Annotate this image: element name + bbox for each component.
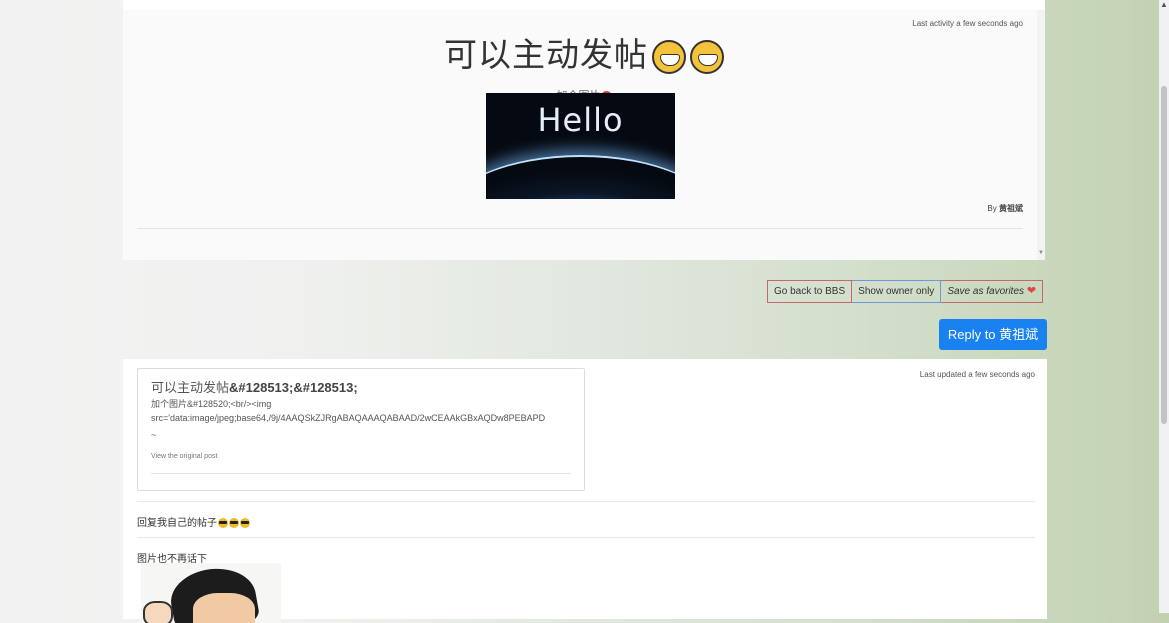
quote-title: 可以主动发帖&#128513;&#128513; — [151, 377, 358, 396]
divider — [137, 501, 1035, 502]
post-title: 可以主动发帖 — [123, 28, 1045, 76]
divider — [137, 537, 1035, 538]
sunglasses-icon — [218, 518, 228, 529]
quote-line: 加个图片&#128520;<br/><img — [151, 399, 272, 409]
quote-title-entities: &#128513;&#128513; — [229, 380, 358, 395]
post-author: By 黄祖斌 — [987, 203, 1023, 214]
cartoon-face — [193, 593, 255, 623]
page-scrollbar[interactable]: ▲ — [1159, 0, 1169, 613]
last-updated: Last updated a few seconds ago — [919, 370, 1035, 379]
scroll-down-icon[interactable]: ▼ — [1038, 250, 1044, 256]
sunglasses-icon — [240, 518, 250, 529]
post-scrollbar[interactable]: ▼ — [1037, 10, 1045, 260]
quoted-post: 可以主动发帖&#128513;&#128513; 加个图片&#128520;<b… — [137, 368, 585, 491]
grin-icon — [652, 39, 686, 74]
post-card: Last activity a few seconds ago 可以主动发帖 加… — [123, 0, 1045, 260]
cartoon-fist — [143, 601, 173, 623]
heart-icon: ❤ — [1026, 285, 1037, 297]
reply-button[interactable]: Reply to 黄祖斌 — [939, 319, 1047, 350]
post-image-text: Hello — [537, 101, 624, 139]
reply-text-content: 回复我自己的帖子 — [137, 518, 217, 529]
grin-icon — [690, 39, 724, 74]
quote-title-text: 可以主动发帖 — [151, 381, 230, 396]
view-original-link[interactable]: View the original post — [151, 453, 217, 460]
by-label: By — [987, 204, 997, 213]
divider — [151, 473, 571, 474]
reply-text: 回复我自己的帖子 — [137, 514, 250, 529]
save-favorites-button[interactable]: Save as favorites ❤ — [941, 280, 1044, 303]
show-owner-only-button[interactable]: Show owner only — [852, 280, 942, 303]
quote-line: ~ — [151, 430, 157, 440]
quote-line: src='data:image/jpeg;base64,/9j/4AAQSkZJ… — [151, 413, 546, 423]
post-title-text: 可以主动发帖 — [444, 35, 648, 74]
sunglasses-icon — [229, 518, 239, 529]
last-activity: Last activity a few seconds ago — [912, 19, 1023, 28]
post-actions: Go back to BBS Show owner only Save as f… — [767, 280, 1044, 303]
author-name: 黄祖斌 — [999, 204, 1023, 213]
post-image: Hello — [486, 93, 675, 199]
save-favorites-label: Save as favorites — [947, 286, 1025, 297]
back-to-bbs-button[interactable]: Go back to BBS — [767, 280, 853, 303]
reply-card: Last updated a few seconds ago 可以主动发帖&#1… — [123, 359, 1047, 623]
scroll-up-icon[interactable]: ▲ — [1160, 0, 1168, 10]
divider — [137, 228, 1023, 229]
scrollbar-thumb[interactable] — [1161, 86, 1167, 424]
earth-horizon — [486, 155, 675, 199]
reply-image — [141, 563, 281, 623]
